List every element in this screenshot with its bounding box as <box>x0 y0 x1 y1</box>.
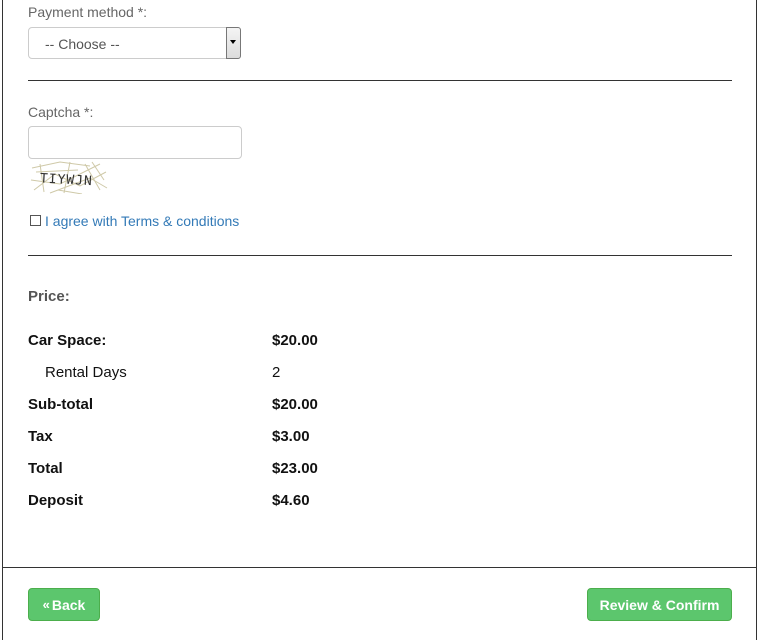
price-row-label: Rental Days <box>45 364 127 381</box>
double-chevron-left-icon: « <box>42 597 50 612</box>
review-confirm-button[interactable]: Review & Confirm <box>587 588 732 621</box>
payment-method-select[interactable]: -- Choose -- <box>28 27 241 59</box>
terms-checkbox[interactable] <box>30 215 41 226</box>
select-dropdown-button[interactable] <box>226 27 241 59</box>
price-row-label: Sub-total <box>28 396 93 413</box>
chevron-down-icon <box>230 40 236 44</box>
price-row-value: $4.60 <box>272 492 310 509</box>
terms-link[interactable]: I agree with Terms & conditions <box>45 213 239 229</box>
section-divider <box>28 80 732 81</box>
price-row-label: Tax <box>28 428 53 445</box>
price-row-value: $20.00 <box>272 396 318 413</box>
captcha-image: TIYWJN <box>30 160 108 195</box>
form-panel <box>2 0 757 640</box>
price-title: Price: <box>28 288 70 305</box>
price-row-value: $3.00 <box>272 428 310 445</box>
back-button-label: Back <box>51 596 86 613</box>
payment-method-selected-value: -- Choose -- <box>45 36 120 52</box>
footer-divider <box>2 567 757 568</box>
price-row-label: Car Space: <box>28 332 107 349</box>
price-row-value: 2 <box>272 364 281 381</box>
section-divider <box>28 255 732 256</box>
price-row-value: $20.00 <box>272 332 318 349</box>
captcha-input[interactable] <box>28 126 242 159</box>
review-confirm-label: Review & Confirm <box>599 596 720 613</box>
captcha-image-text: TIYWJN <box>40 171 94 189</box>
captcha-label: Captcha *: <box>28 104 94 120</box>
back-button[interactable]: « Back <box>28 588 100 621</box>
price-row-value: $23.00 <box>272 460 318 477</box>
payment-method-label: Payment method *: <box>28 4 148 20</box>
price-row-label: Total <box>28 460 63 477</box>
price-row-label: Deposit <box>28 492 84 509</box>
